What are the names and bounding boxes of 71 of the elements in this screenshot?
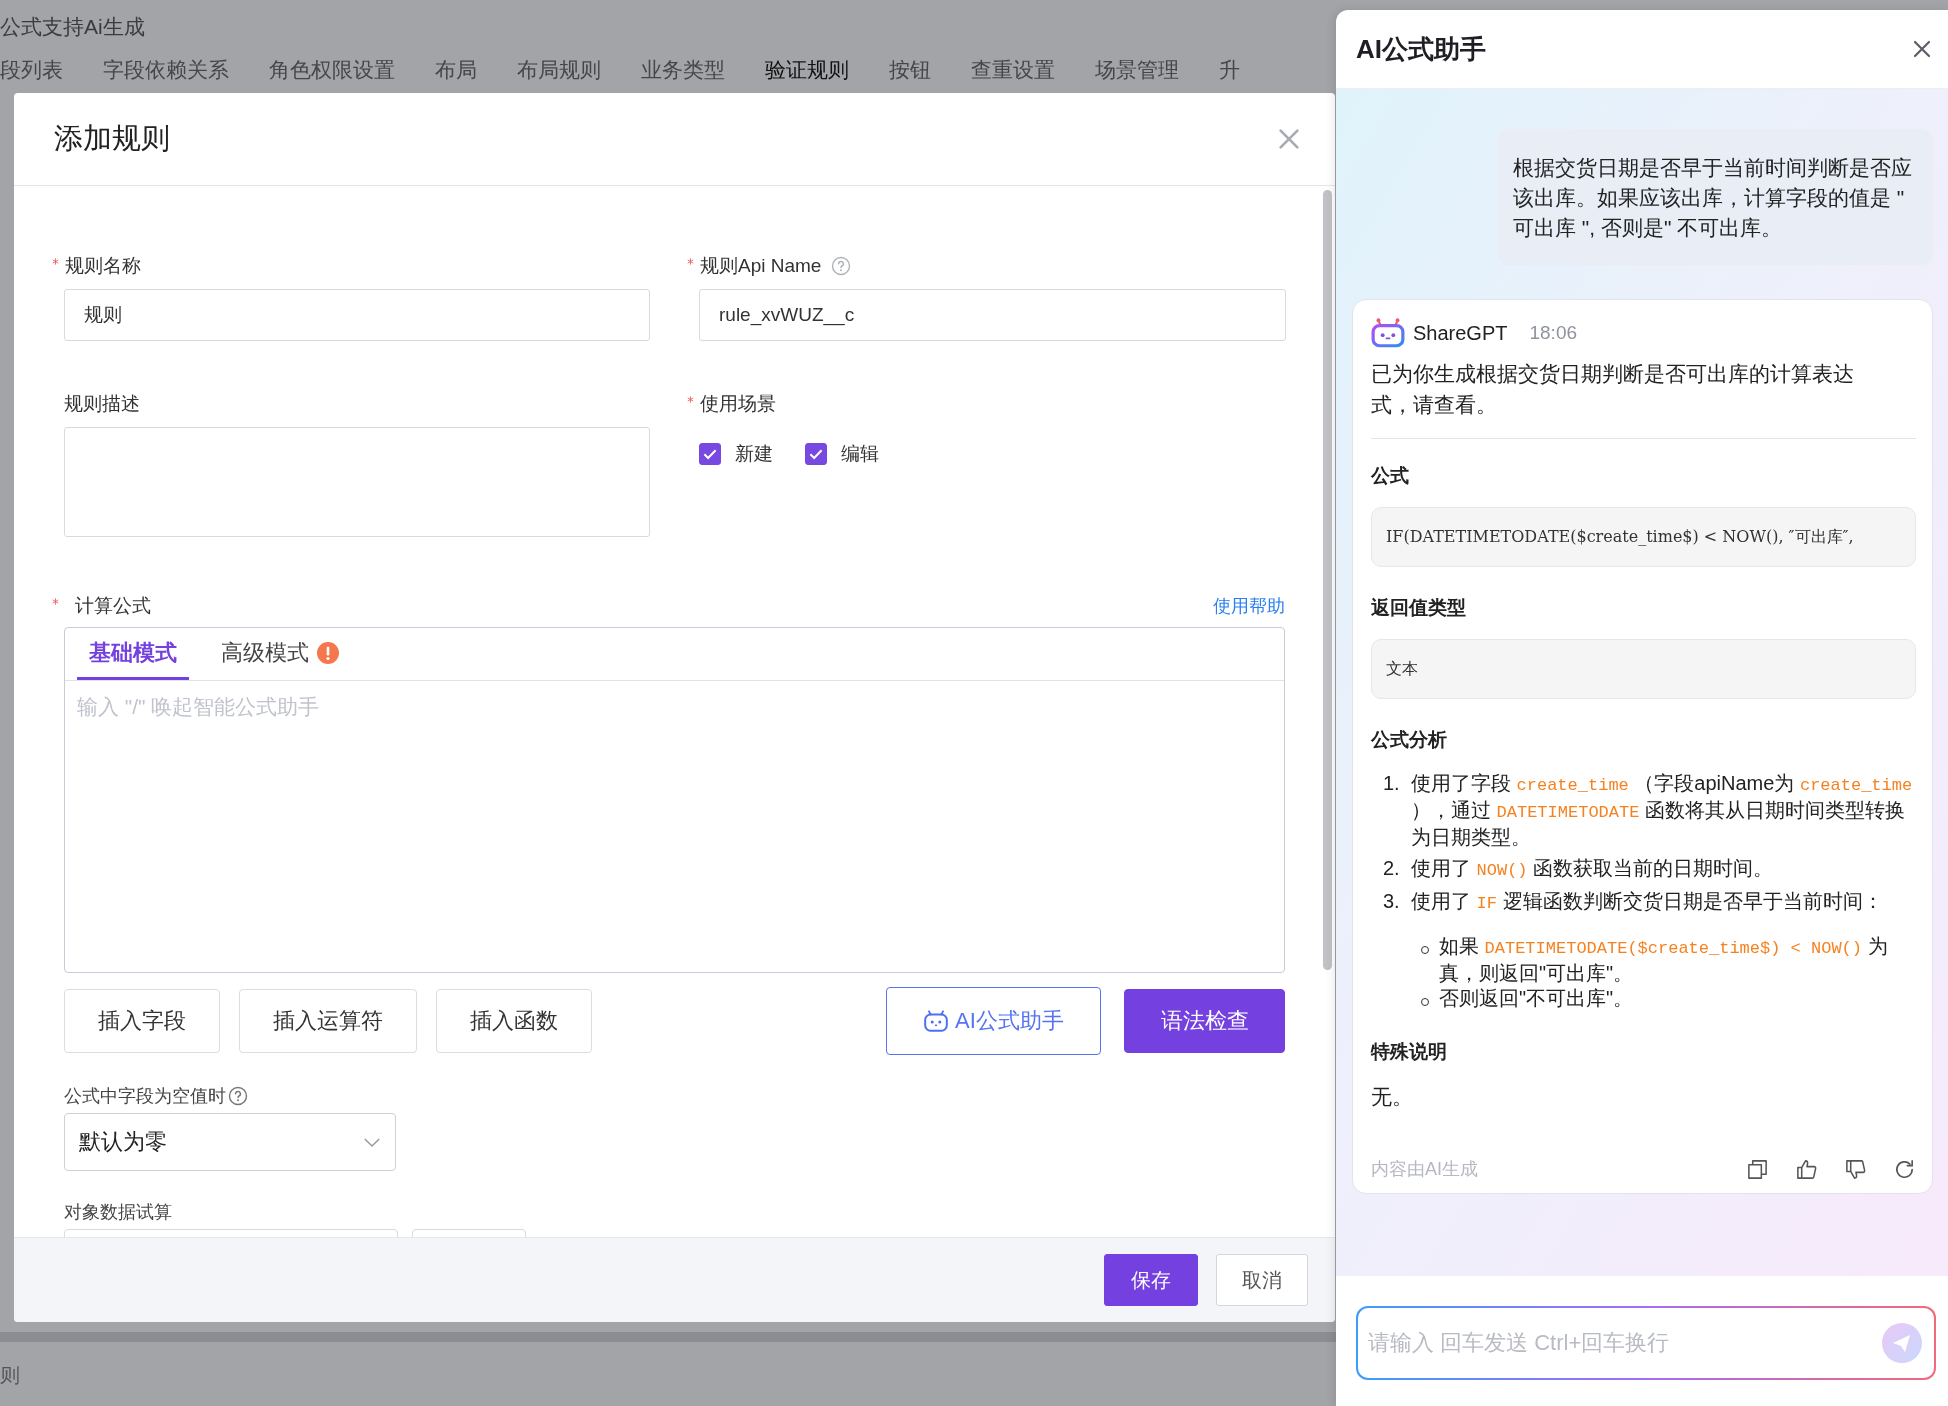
close-icon[interactable] (1912, 39, 1932, 59)
copy-icon[interactable] (1746, 1157, 1769, 1181)
checkbox-label[interactable]: 编辑 (841, 441, 879, 467)
checkbox[interactable] (699, 443, 721, 465)
thumbs-down-icon[interactable] (1844, 1157, 1867, 1181)
reply-text: 已为你生成根据交货日期判断是否可出库的计算表达式，请查看。 (1371, 361, 1855, 418)
field-label: 规则Api Name (700, 254, 822, 278)
user-message: 根据交货日期是否早于当前时间判断是否应该出库。如果应该出库，计算字段的值是 " 可出库 ", 否则是" 不可出库。 (1497, 129, 1933, 265)
list-item: 使用了 NOW() 函数获取当前的日期时间。 (1411, 856, 1775, 882)
section-heading: 返回值类型 (1371, 596, 1467, 620)
scrollbar[interactable] (1323, 190, 1332, 970)
help-icon[interactable] (228, 1086, 248, 1106)
tab[interactable]: 业务类型 (641, 58, 725, 82)
checkbox[interactable] (805, 443, 827, 465)
tab[interactable]: 基础模式 (77, 628, 189, 680)
tab[interactable]: 段列表 (0, 58, 63, 82)
field-label: 计算公式 (75, 594, 151, 618)
button[interactable]: AI公式助手 (886, 987, 1101, 1055)
text-input[interactable]: rule_xvWUZ__c (699, 289, 1286, 341)
button[interactable]: 插入运算符 (239, 989, 417, 1053)
tab[interactable]: 高级模式 (209, 628, 351, 680)
list-item: 使用了 IF 逻辑函数判断交货日期是否早于当前时间： (1411, 889, 1884, 915)
field-label: 使用场景 (700, 392, 776, 416)
section-heading: 公式分析 (1371, 728, 1448, 752)
cancel-button[interactable]: 取消 (1216, 1254, 1308, 1306)
tab[interactable]: 按钮 (889, 58, 931, 82)
list-item: 则 (0, 1363, 21, 1388)
field-label: 规则描述 (64, 392, 140, 416)
tab[interactable]: 升 (1219, 58, 1240, 82)
page-title: 公式支持Ai生成 (0, 14, 145, 40)
timestamp: 18:06 (1529, 322, 1578, 344)
dropdown[interactable]: 默认为零 (64, 1113, 396, 1171)
paragraph: 无。 (1371, 1084, 1414, 1110)
tab[interactable]: 布局规则 (517, 58, 601, 82)
tab[interactable]: 角色权限设置 (269, 58, 395, 82)
button[interactable]: 语法检查 (1124, 989, 1285, 1053)
tab[interactable]: 字段依赖关系 (103, 58, 229, 82)
list-item: 使用了字段 create_time （字段apiName为 create_time ），通过 DATETIMETODATE 函数将其从日期时间类型转换为日期类型。 (1411, 771, 1914, 850)
list-number: 1. (1383, 771, 1401, 796)
list-number: 2. (1383, 856, 1401, 881)
section-heading: 特殊说明 (1371, 1040, 1448, 1064)
help-link[interactable]: 使用帮助 (1213, 594, 1285, 618)
checkbox-label[interactable]: 新建 (735, 441, 773, 467)
robot-avatar (1371, 318, 1405, 348)
section-heading: 公式 (1371, 464, 1410, 488)
field-label: 公式中字段为空值时 (64, 1085, 226, 1108)
thumbs-up-icon[interactable] (1795, 1157, 1818, 1181)
field-label: 对象数据试算 (64, 1201, 172, 1224)
tab[interactable]: 查重设置 (971, 58, 1055, 82)
list-item: 如果 DATETIMETODATE($create_time$) < NOW() 为真，则返回"可出库"。 (1439, 934, 1889, 986)
code-block: IF(DATETIMETODATE($create_time$) < NOW(), ″可出库″, (1371, 507, 1916, 567)
save-button[interactable]: 保存 (1104, 1254, 1198, 1306)
tab[interactable]: 验证规则 (765, 58, 849, 82)
message-input[interactable]: 请输入 回车发送 Ctrl+回车换行 (1356, 1306, 1936, 1380)
field-label: 规则名称 (65, 254, 141, 278)
dialog-title: 添加规则 (54, 121, 170, 156)
panel-title: AI公式助手 (1356, 32, 1486, 66)
tab[interactable]: 布局 (435, 58, 477, 82)
refresh-icon[interactable] (1893, 1157, 1916, 1181)
formula-editor[interactable]: 基础模式 高级模式 输入 "/" 唤起智能公式助手 (64, 627, 1285, 973)
list-number: 3. (1383, 889, 1401, 914)
author-name: ShareGPT (1413, 321, 1508, 345)
robot-icon (923, 1009, 950, 1033)
tab[interactable]: 场景管理 (1095, 58, 1179, 82)
chevron-down-icon (363, 1136, 381, 1148)
text-input[interactable]: 规则 (64, 289, 650, 341)
list-item: 否则返回"不可出库"。 (1439, 986, 1635, 1011)
value-box: 文本 (1371, 639, 1916, 699)
disclaimer: 内容由AI生成 (1371, 1158, 1478, 1181)
button[interactable]: 插入字段 (64, 989, 220, 1053)
button[interactable]: 插入函数 (436, 989, 592, 1053)
